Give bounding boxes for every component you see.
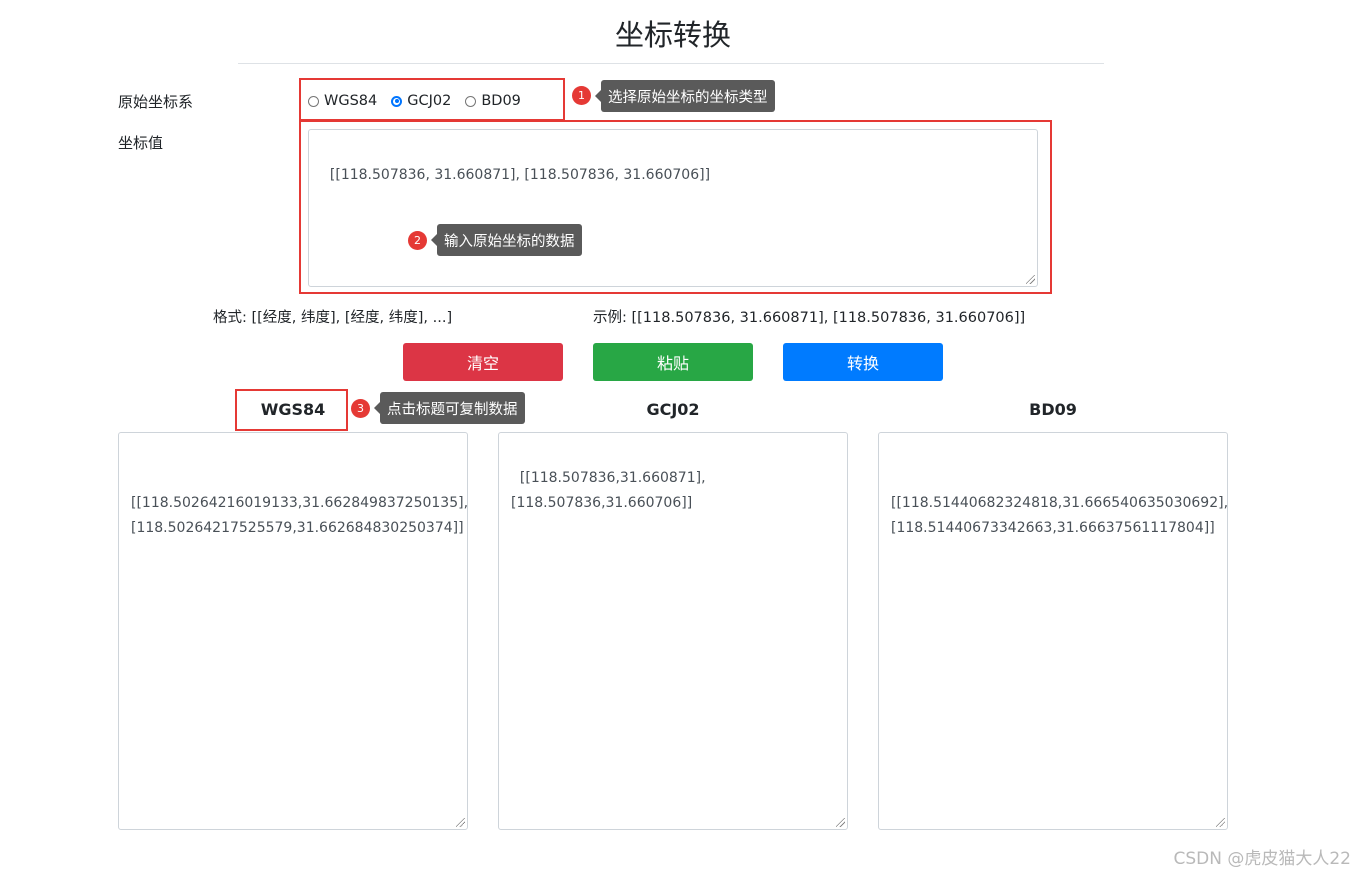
annotation-tooltip-2: 输入原始坐标的数据 <box>431 224 582 256</box>
resize-grip-icon[interactable] <box>456 818 465 827</box>
result-output-bd09-value: [[118.51440682324818,31.666540635030692]… <box>891 495 1228 536</box>
clear-button[interactable]: 清空 <box>403 343 563 381</box>
page-title: 坐标转换 <box>614 18 731 52</box>
result-output-gcj02-value: [[118.507836,31.660871], [118.507836,31.… <box>511 470 706 511</box>
source-system-label: 原始坐标系 <box>118 93 194 111</box>
result-title-gcj02[interactable]: GCJ02 <box>613 400 733 419</box>
result-output-wgs84-value: [[118.50264216019133,31.662849837250135]… <box>131 495 468 536</box>
coordinate-value-label: 坐标值 <box>118 134 164 152</box>
annotation-tooltip-1: 选择原始坐标的坐标类型 <box>595 80 775 112</box>
watermark: CSDN @虎皮猫大人22 <box>1173 849 1351 869</box>
convert-button[interactable]: 转换 <box>783 343 943 381</box>
resize-grip-icon[interactable] <box>1216 818 1225 827</box>
paste-button[interactable]: 粘贴 <box>593 343 753 381</box>
result-output-gcj02[interactable]: [[118.507836,31.660871], [118.507836,31.… <box>498 432 848 830</box>
result-output-wgs84[interactable]: [[118.50264216019133,31.662849837250135]… <box>118 432 468 830</box>
example-hint: 示例: [[118.507836, 31.660871], [118.50783… <box>593 310 1026 326</box>
resize-grip-icon[interactable] <box>836 818 845 827</box>
result-title-bd09[interactable]: BD09 <box>993 400 1113 419</box>
annotation-tooltip-3: 点击标题可复制数据 <box>374 392 525 424</box>
result-output-bd09[interactable]: [[118.51440682324818,31.666540635030692]… <box>878 432 1228 830</box>
title-divider <box>238 63 1104 64</box>
annotation-box-3 <box>235 389 348 431</box>
annotation-number-2: 2 <box>408 231 427 250</box>
annotation-box-1 <box>299 78 565 121</box>
annotation-number-1: 1 <box>572 86 591 105</box>
annotation-box-2 <box>299 120 1052 294</box>
format-hint: 格式: [[经度, 纬度], [经度, 纬度], ...] <box>213 310 453 326</box>
annotation-number-3: 3 <box>351 399 370 418</box>
